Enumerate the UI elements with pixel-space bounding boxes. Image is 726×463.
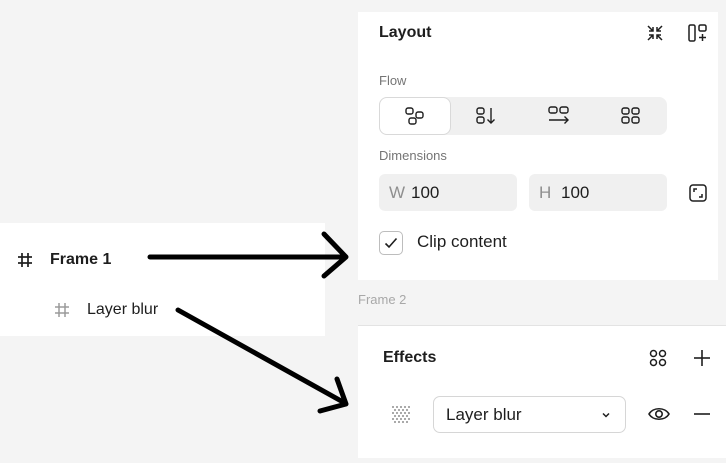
vertical-icon <box>475 106 499 126</box>
clip-content-label: Clip content <box>417 232 507 251</box>
hash-icon <box>52 300 72 320</box>
checkmark-icon <box>384 237 398 249</box>
remove-effect-icon[interactable] <box>690 404 714 424</box>
auto-layout-add-icon[interactable] <box>686 21 710 45</box>
effects-title: Effects <box>383 349 437 366</box>
dimensions-label: Dimensions <box>379 148 447 163</box>
effect-type-select[interactable]: Layer blur <box>433 396 626 433</box>
height-field[interactable]: H 100 <box>529 174 667 211</box>
effect-styles-icon[interactable] <box>646 346 670 370</box>
flow-grid-button[interactable] <box>595 97 667 135</box>
resize-to-fit-icon[interactable] <box>686 181 710 205</box>
height-value[interactable]: 100 <box>561 183 589 203</box>
layout-title: Layout <box>379 24 432 41</box>
layer-row-layer-blur[interactable]: Layer blur <box>0 285 325 335</box>
width-field[interactable]: W 100 <box>379 174 517 211</box>
frame-2-label: Frame 2 <box>358 292 407 307</box>
effects-panel: Effects Layer blur <box>358 325 726 458</box>
hash-icon <box>15 250 35 270</box>
flow-horizontal-button[interactable] <box>523 97 595 135</box>
chevron-down-icon <box>601 411 611 419</box>
flow-label: Flow <box>379 73 407 88</box>
layout-panel: Layout Flow Dimensions W 100 H 100 Clip … <box>358 12 718 280</box>
layer-name-frame-1: Frame 1 <box>50 251 112 268</box>
grid-icon <box>620 106 642 126</box>
horizontal-icon <box>547 105 571 127</box>
height-label: H <box>539 182 552 202</box>
collapse-icon[interactable] <box>644 22 666 44</box>
add-effect-icon[interactable] <box>690 346 714 370</box>
flow-freeform-button[interactable] <box>379 97 451 135</box>
layers-panel: Frame 1 Layer blur <box>0 223 325 336</box>
layer-name-layer-blur: Layer blur <box>87 301 159 318</box>
width-label: W <box>389 182 406 202</box>
effect-type-value: Layer blur <box>446 404 522 424</box>
layer-row-frame-1[interactable]: Frame 1 <box>0 235 325 285</box>
flow-vertical-button[interactable] <box>451 97 523 135</box>
blur-pattern-icon[interactable] <box>390 404 412 426</box>
width-value[interactable]: 100 <box>411 183 439 203</box>
clip-content-checkbox[interactable] <box>379 231 403 255</box>
freeform-icon <box>404 106 426 126</box>
eye-icon[interactable] <box>646 403 672 425</box>
flow-segmented-control <box>379 97 667 135</box>
